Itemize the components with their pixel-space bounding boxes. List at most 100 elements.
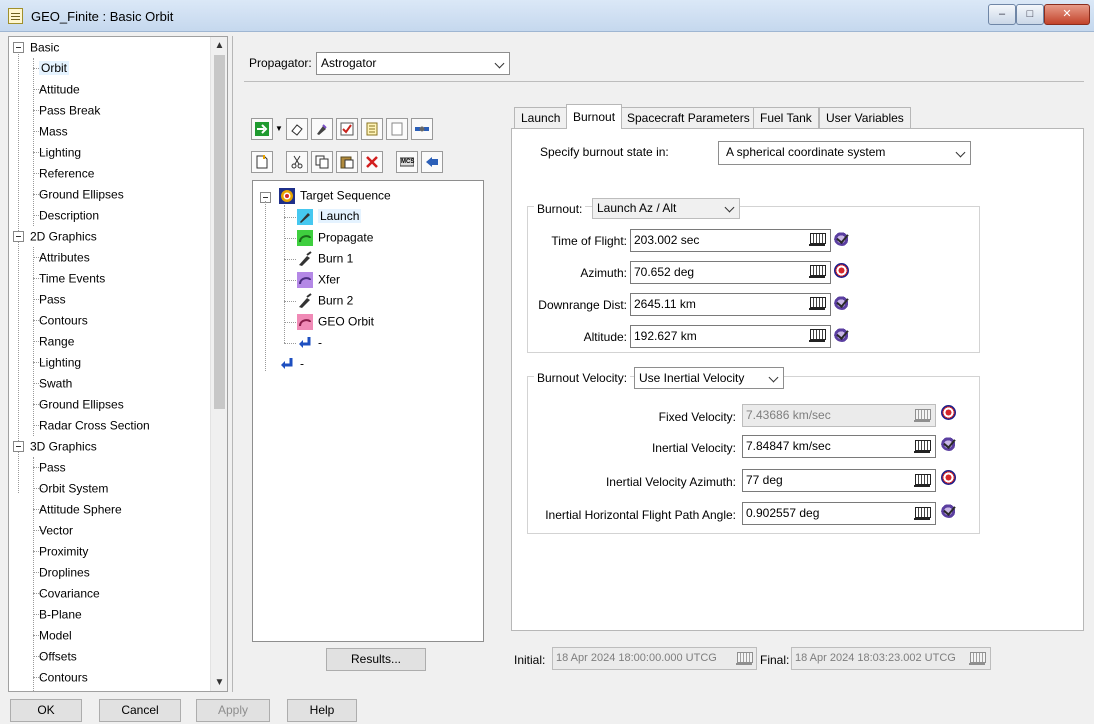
tree-item-lighting[interactable]: Lighting [39,142,81,163]
tab-burnout[interactable]: Burnout [566,104,623,129]
tree-item-radar-cross-section[interactable]: Radar Cross Section [39,415,150,436]
tree-item-ground-ellipses-2d[interactable]: Ground Ellipses [39,394,124,415]
new-segment-button[interactable] [251,151,273,173]
paste-button[interactable] [336,151,358,173]
fixed-velocity-input[interactable]: 7.43686 km/sec [742,404,936,427]
results-button[interactable]: Results... [326,648,426,671]
tab-launch[interactable]: Launch [514,107,568,128]
check-control-icon[interactable] [834,327,850,342]
maximize-button[interactable]: □ [1016,4,1044,25]
target-control-icon[interactable] [941,405,956,420]
tree-item-swath[interactable]: Swath [39,373,72,394]
burnout-mode-select[interactable]: Launch Az / Alt [592,198,740,219]
notes-button[interactable] [361,118,383,140]
tree-item-pass-break[interactable]: Pass Break [39,100,100,121]
units-selector-icon[interactable] [913,472,933,490]
tree-item-pass[interactable]: Pass [39,289,66,310]
tree-item-droplines[interactable]: Droplines [39,562,90,583]
sequence-return-end[interactable]: - [279,353,304,374]
scroll-thumb[interactable] [214,55,225,409]
run-dropdown-icon[interactable]: ▼ [275,118,283,140]
collapse-icon[interactable] [13,231,24,243]
scroll-up-icon[interactable]: ▲ [211,37,227,54]
help-button[interactable]: Help [287,699,357,722]
tree-item-contours[interactable]: Contours [39,310,88,331]
target-control-icon[interactable] [941,470,956,485]
target-control-icon[interactable] [834,263,849,278]
sequence-geo-orbit[interactable]: GEO Orbit [297,311,374,332]
tree-group-3d-graphics[interactable]: 3D Graphics [13,436,97,457]
tree-item-orbit-system[interactable]: Orbit System [39,478,108,499]
altitude-input[interactable]: 192.627 km [630,325,831,348]
azimuth-input[interactable]: 70.652 deg [630,261,831,284]
tree-item-reference[interactable]: Reference [39,163,94,184]
tree-item-model[interactable]: Model [39,625,72,646]
close-button[interactable]: ✕ [1044,4,1090,25]
sequence-xfer[interactable]: Xfer [297,269,340,290]
minimize-button[interactable]: – [988,4,1016,25]
time-of-flight-input[interactable]: 203.002 sec [630,229,831,252]
check-control-icon[interactable] [834,231,850,246]
units-selector-icon[interactable] [913,438,933,456]
tree-item-b-plane[interactable]: B-Plane [39,604,82,625]
tree-item-pass-3d[interactable]: Pass [39,457,66,478]
properties-tree[interactable]: Basic Orbit Attitude Pass Break Mass Lig… [8,36,228,692]
tree-item-covariance[interactable]: Covariance [39,583,100,604]
units-selector-icon[interactable] [808,231,828,249]
tree-item-attitude-sphere[interactable]: Attitude Sphere [39,499,122,520]
tree-item-vector[interactable]: Vector [39,520,73,541]
collapse-icon[interactable] [13,441,24,453]
tree-item-contours-3d[interactable]: Contours [39,667,88,688]
sequence-return-inner[interactable]: - [297,332,322,353]
downrange-dist-input[interactable]: 2645.11 km [630,293,831,316]
tree-item-time-events[interactable]: Time Events [39,268,105,289]
scroll-down-icon[interactable]: ▼ [211,674,227,691]
tree-group-basic[interactable]: Basic [13,37,59,58]
mission-sequence-tree[interactable]: Target Sequence Launch Propagate Burn 1 … [252,180,484,642]
sequence-burn-2[interactable]: Burn 2 [297,290,353,311]
satellite-button[interactable] [411,118,433,140]
cut-button[interactable] [286,151,308,173]
inertial-velocity-azimuth-input[interactable]: 77 deg [742,469,936,492]
eraser-button[interactable] [286,118,308,140]
sequence-launch[interactable]: Launch [297,206,362,227]
check-control-icon[interactable] [941,436,957,451]
units-selector-icon[interactable] [808,263,828,281]
paint-button[interactable] [311,118,333,140]
tab-spacecraft-parameters[interactable]: Spacecraft Parameters [620,107,757,128]
sequence-burn-1[interactable]: Burn 1 [297,248,353,269]
sequence-propagate[interactable]: Propagate [297,227,373,248]
tree-item-attributes[interactable]: Attributes [39,247,90,268]
tree-group-2d-graphics[interactable]: 2D Graphics [13,226,97,247]
burnout-velocity-select[interactable]: Use Inertial Velocity [634,367,784,389]
coordinate-system-select[interactable]: A spherical coordinate system [718,141,971,165]
run-button[interactable] [251,118,273,140]
tree-item-lighting-2d[interactable]: Lighting [39,352,81,373]
tree-item-mass[interactable]: Mass [39,121,68,142]
copy-button[interactable] [311,151,333,173]
collapse-icon[interactable] [13,42,24,54]
tree-item-ground-ellipses[interactable]: Ground Ellipses [39,184,124,205]
tree-item-description[interactable]: Description [39,205,99,226]
tree-item-attitude[interactable]: Attitude [39,79,80,100]
tab-user-variables[interactable]: User Variables [819,107,911,128]
tree-scrollbar[interactable]: ▲ ▼ [210,37,227,691]
insert-button[interactable] [421,151,443,173]
check-control-icon[interactable] [941,503,957,518]
units-selector-icon[interactable] [808,295,828,313]
delete-button[interactable] [361,151,383,173]
inertial-velocity-input[interactable]: 7.84847 km/sec [742,435,936,458]
sequence-target-sequence[interactable]: Target Sequence [279,185,391,206]
tree-item-proximity[interactable]: Proximity [39,541,88,562]
units-selector-icon[interactable] [913,505,933,523]
tree-item-orbit[interactable]: Orbit [39,58,70,79]
cancel-button[interactable]: Cancel [99,699,181,722]
propagator-select[interactable]: Astrogator [316,52,510,75]
blank-button[interactable] [386,118,408,140]
ok-button[interactable]: OK [10,699,82,722]
tree-item-offsets[interactable]: Offsets [39,646,77,667]
tab-fuel-tank[interactable]: Fuel Tank [753,107,819,128]
mcs-button[interactable]: MCS [396,151,418,173]
check-control-icon[interactable] [834,295,850,310]
units-selector-icon[interactable] [808,327,828,345]
